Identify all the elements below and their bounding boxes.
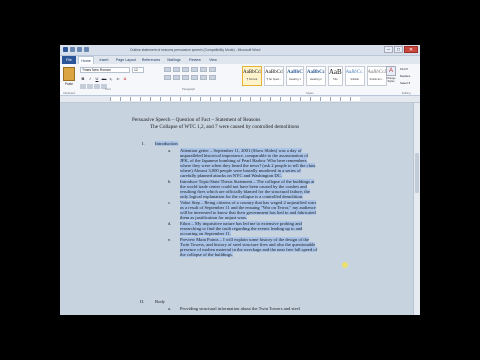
- quick-access-toolbar: [63, 47, 89, 52]
- justify-icon[interactable]: [191, 75, 198, 80]
- doc-title-line-2: The Collapse of WTC 1,2, and 7 were caus…: [150, 124, 300, 130]
- highlight-icon[interactable]: [87, 84, 93, 89]
- bold-button[interactable]: B: [80, 76, 86, 82]
- tab-references[interactable]: References: [140, 56, 162, 64]
- ribbon-tabs: File Home Insert Page Layout References …: [60, 56, 420, 64]
- ruler[interactable]: [60, 96, 420, 103]
- item-marker: a.: [168, 306, 172, 311]
- word-logo-icon: [63, 47, 68, 52]
- minimize-button[interactable]: –: [384, 46, 393, 53]
- grow-font-icon[interactable]: [94, 84, 100, 89]
- font-color-button[interactable]: A: [122, 76, 128, 82]
- shading-icon[interactable]: [209, 75, 216, 80]
- style-heading-1[interactable]: AaBbC Heading 1: [286, 66, 304, 86]
- style-title[interactable]: AaB Title: [327, 66, 343, 86]
- item-marker: d.: [168, 221, 172, 226]
- item-line: the collapse of the buildings.: [180, 252, 233, 257]
- style-normal[interactable]: AaBbCcDc ¶ Normal: [242, 66, 262, 86]
- numbering-icon[interactable]: [173, 67, 180, 72]
- style-heading-2[interactable]: AaBbCc Heading 2: [305, 66, 326, 86]
- align-left-icon[interactable]: [164, 75, 171, 80]
- vertical-scrollbar[interactable]: [413, 103, 420, 315]
- paste-button[interactable]: Paste: [63, 67, 75, 91]
- item-line: occurring on September 11.: [180, 231, 231, 236]
- scrollbar-thumb[interactable]: [415, 153, 419, 193]
- editing-group: Find ▾ Replace Select ▾: [400, 67, 418, 86]
- subscript-button[interactable]: x₂: [108, 76, 114, 82]
- undo-icon[interactable]: [77, 47, 82, 52]
- increase-indent-icon[interactable]: [200, 67, 207, 72]
- item-marker: e.: [168, 237, 172, 242]
- mouse-cursor-highlight: [342, 262, 348, 268]
- group-label-paragraph: Paragraph: [182, 87, 196, 91]
- styles-gallery: AaBbCcDc ¶ Normal AaBbCcDc ¶ No Spaci...…: [242, 66, 387, 88]
- find-button[interactable]: Find ▾: [400, 67, 418, 72]
- tab-mailings[interactable]: Mailings: [164, 56, 184, 64]
- underline-button[interactable]: U: [94, 76, 100, 82]
- section-heading: Introduction: [155, 141, 178, 146]
- style-subtle-emphasis[interactable]: AaBbCcDc Subtle Em...: [366, 66, 387, 86]
- section-numeral: II.: [140, 299, 145, 304]
- title-bar: Outline statement of reasons persuasive …: [60, 45, 420, 56]
- maximize-button[interactable]: □: [394, 46, 403, 53]
- group-label-font: Font: [105, 87, 111, 91]
- replace-button[interactable]: Replace: [400, 74, 418, 79]
- style-subtitle[interactable]: AaBbCc. Subtitle: [344, 66, 365, 86]
- tab-page-layout[interactable]: Page Layout: [114, 56, 138, 64]
- item-line: only logical explanation for the collaps…: [180, 194, 304, 199]
- font-size-combo[interactable]: 12: [132, 67, 144, 73]
- item-line: carefully planned attacks on NYC and Was…: [180, 173, 282, 178]
- group-label-styles: Styles: [306, 91, 314, 95]
- paragraph-group: Paragraph: [164, 67, 224, 91]
- group-label-editing: Editing: [402, 91, 411, 95]
- group-label-clipboard: Clipboard: [63, 91, 75, 95]
- select-button[interactable]: Select ▾: [400, 81, 418, 86]
- tab-review[interactable]: Review: [186, 56, 204, 64]
- align-center-icon[interactable]: [173, 75, 180, 80]
- tab-view[interactable]: View: [206, 56, 220, 64]
- clipboard-icon: [63, 67, 75, 81]
- text-effects-icon[interactable]: [80, 84, 86, 89]
- section-numeral: I.: [142, 141, 145, 146]
- redo-icon[interactable]: [84, 47, 89, 52]
- decrease-indent-icon[interactable]: [191, 67, 198, 72]
- font-name-combo[interactable]: Times New Roman: [80, 67, 130, 73]
- close-button[interactable]: ✕: [404, 46, 418, 53]
- strikethrough-button[interactable]: abc: [101, 76, 107, 82]
- item-marker: a.: [168, 148, 172, 153]
- window-title: Outline statement of reasons persuasive …: [130, 48, 261, 52]
- superscript-button[interactable]: x²: [115, 76, 121, 82]
- tab-home[interactable]: Home: [78, 56, 94, 64]
- change-styles-button[interactable]: A Change Styles: [385, 66, 397, 88]
- line-spacing-icon[interactable]: [200, 75, 207, 80]
- font-group: Times New Roman 12 B I U abc x₂ x² A Fon…: [80, 67, 158, 91]
- multilevel-list-icon[interactable]: [182, 67, 189, 72]
- change-styles-icon: A: [386, 66, 396, 76]
- item-marker: b.: [168, 179, 172, 184]
- italic-button[interactable]: I: [87, 76, 93, 82]
- tab-file[interactable]: File: [62, 56, 76, 64]
- item-marker: c.: [168, 200, 172, 205]
- bullets-icon[interactable]: [164, 67, 171, 72]
- tab-insert[interactable]: Insert: [96, 56, 112, 64]
- style-no-spacing[interactable]: AaBbCcDc ¶ No Spaci...: [264, 66, 284, 86]
- align-right-icon[interactable]: [182, 75, 189, 80]
- save-icon[interactable]: [70, 47, 75, 52]
- section-heading: Body: [155, 299, 165, 304]
- doc-title-line-1: Persuasive Speech – Question of Fact – S…: [132, 117, 261, 123]
- ribbon: Paste Clipboard Times New Roman 12 B I U…: [60, 64, 420, 96]
- sort-icon[interactable]: [209, 67, 216, 72]
- item-line: them as justification for unjust wars.: [180, 215, 248, 220]
- item-line: Providing structural information about t…: [180, 306, 300, 311]
